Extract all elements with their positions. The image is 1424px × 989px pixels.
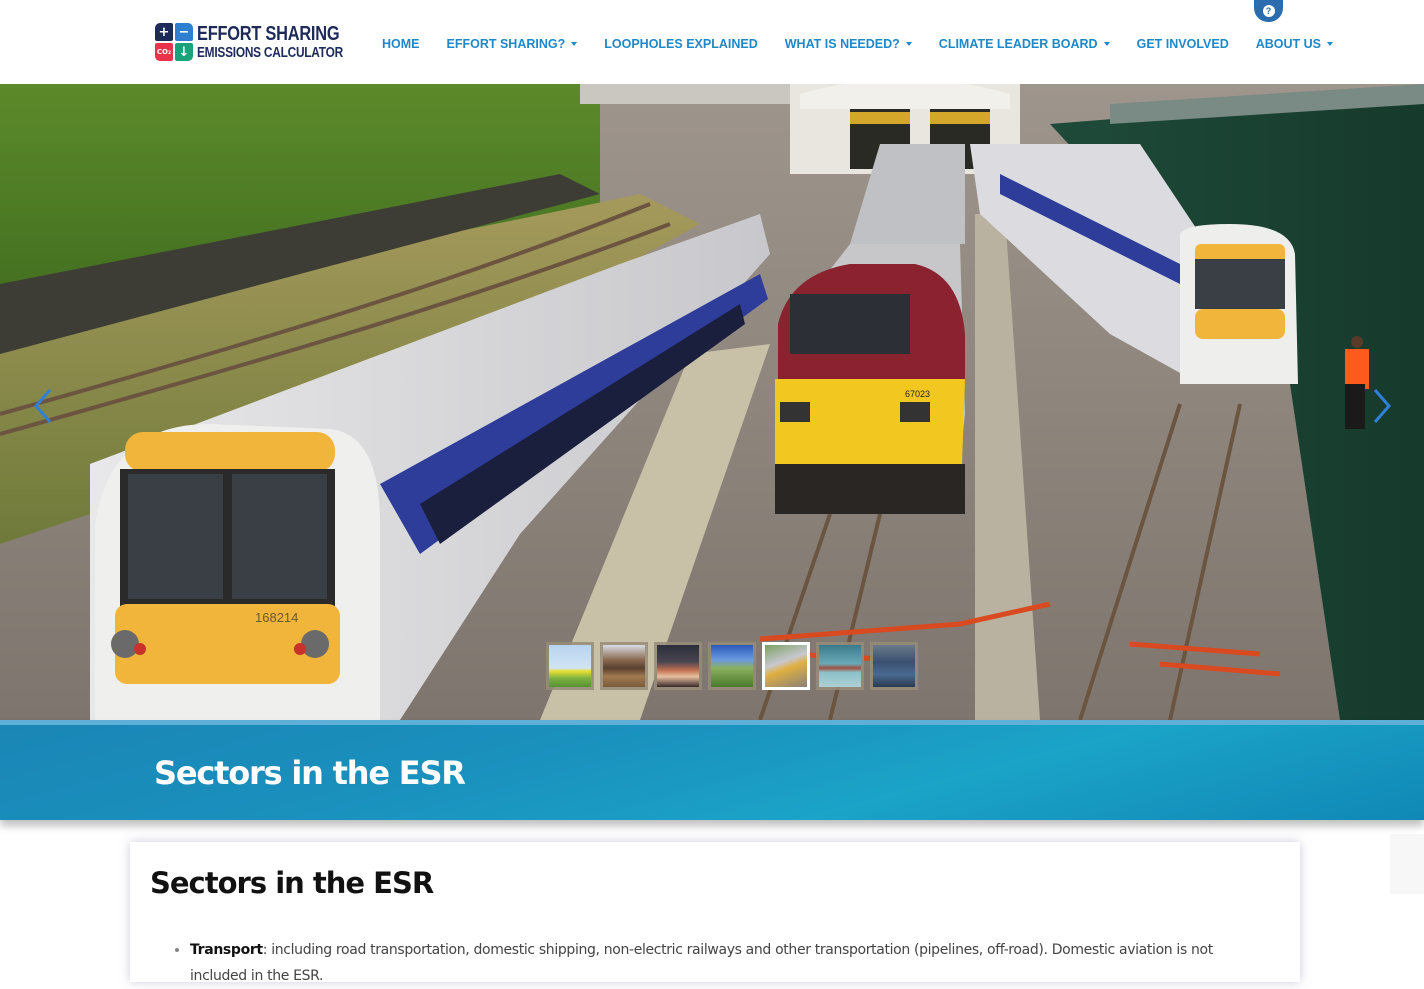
nav-what-is-needed[interactable]: WHAT IS NEEDED? xyxy=(785,37,912,51)
side-panel xyxy=(1390,834,1424,894)
question-icon: ? xyxy=(1262,5,1275,17)
help-button[interactable]: ? xyxy=(1254,0,1283,22)
thumbnail-highway-night[interactable] xyxy=(654,642,702,690)
sector-name: Transport xyxy=(190,942,263,958)
thumbnail-grass-sky[interactable] xyxy=(708,642,756,690)
slider-next-button[interactable] xyxy=(1367,386,1397,426)
loco-number: 67023 xyxy=(905,389,930,399)
nav-label: HOME xyxy=(382,37,420,51)
hero-image: 168214 67023 xyxy=(0,84,1424,720)
caret-down-icon xyxy=(905,42,912,46)
plus-icon: + xyxy=(155,23,173,41)
nav-label: ABOUT US xyxy=(1255,37,1322,51)
slider-thumbnails xyxy=(546,642,918,690)
minus-icon: − xyxy=(175,23,193,41)
page-title-band: Sectors in the ESR xyxy=(0,720,1424,820)
site-logo[interactable]: + − CO₂ ↓ EFFORT SHARING EMISSIONS CALCU… xyxy=(155,22,375,62)
caret-down-icon xyxy=(571,42,578,46)
logo-line-2: EMISSIONS CALCULATOR xyxy=(197,44,343,61)
arrow-down-icon: ↓ xyxy=(175,43,193,61)
nav-get-involved[interactable]: GET INVOLVED xyxy=(1137,37,1229,51)
chevron-right-icon xyxy=(1373,389,1391,423)
nav-label: WHAT IS NEEDED? xyxy=(784,37,900,51)
left-train-number: 168214 xyxy=(255,610,298,625)
nav-label: LOOPHOLES EXPLAINED xyxy=(604,37,758,51)
thumbnail-cattle[interactable] xyxy=(600,642,648,690)
sector-description: : including road transportation, domesti… xyxy=(190,942,1213,984)
chevron-left-icon xyxy=(34,389,52,423)
logo-text: EFFORT SHARING EMISSIONS CALCULATOR xyxy=(197,24,375,61)
thumbnail-ship-water[interactable] xyxy=(816,642,864,690)
thumbnail-tree-field[interactable] xyxy=(546,642,594,690)
thumbnail-building-interior[interactable] xyxy=(870,642,918,690)
hero-slider: 168214 67023 xyxy=(0,84,1424,720)
logo-mark: + − CO₂ ↓ xyxy=(155,23,193,61)
nav-label: EFFORT SHARING? xyxy=(446,37,566,51)
nav-label: CLIMATE LEADER BOARD xyxy=(938,37,1098,51)
nav-label: GET INVOLVED xyxy=(1136,37,1229,51)
site-header: + − CO₂ ↓ EFFORT SHARING EMISSIONS CALCU… xyxy=(0,0,1424,84)
nav-climate-leader-board[interactable]: CLIMATE LEADER BOARD xyxy=(939,37,1110,51)
nav-effort-sharing[interactable]: EFFORT SHARING? xyxy=(447,37,578,51)
nav-about-us[interactable]: ABOUT US xyxy=(1255,37,1334,51)
logo-line-1: EFFORT SHARING xyxy=(197,22,340,45)
content-card: Sectors in the ESR Transport: including … xyxy=(130,842,1300,984)
sector-list: Transport: including road transportation… xyxy=(190,937,1270,989)
content-title: Sectors in the ESR xyxy=(150,866,434,900)
page-title: Sectors in the ESR xyxy=(154,754,466,792)
nav-home[interactable]: HOME xyxy=(382,37,420,51)
slider-prev-button[interactable] xyxy=(28,386,58,426)
caret-down-icon xyxy=(1103,42,1110,46)
nav-loopholes-explained[interactable]: LOOPHOLES EXPLAINED xyxy=(604,37,758,51)
caret-down-icon xyxy=(1327,42,1334,46)
co2-icon: CO₂ xyxy=(155,43,173,61)
list-item: Transport: including road transportation… xyxy=(190,937,1270,989)
main-nav: HOME EFFORT SHARING? LOOPHOLES EXPLAINED… xyxy=(382,37,1360,51)
thumbnail-trains[interactable] xyxy=(762,642,810,690)
